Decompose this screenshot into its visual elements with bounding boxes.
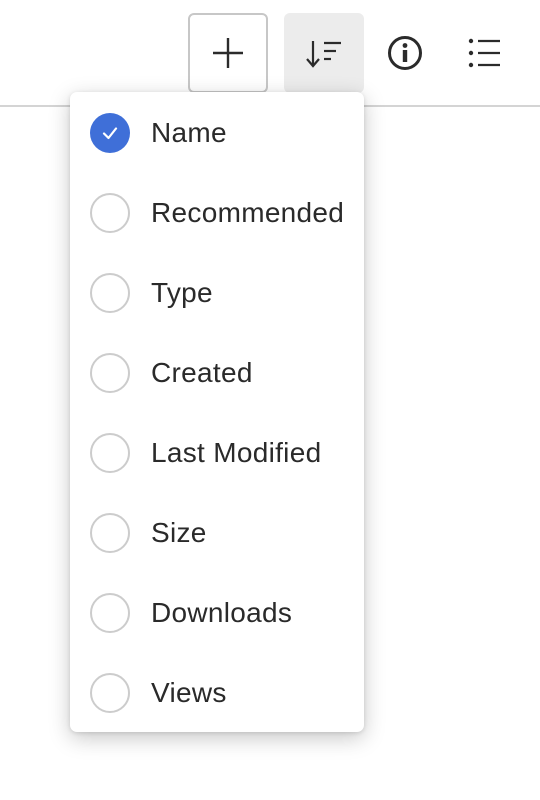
- sort-button[interactable]: [284, 13, 364, 93]
- radio-unchecked-icon[interactable]: [90, 593, 130, 633]
- radio-unchecked-icon[interactable]: [90, 433, 130, 473]
- sort-option-label: Views: [151, 677, 227, 708]
- sort-option-recommended[interactable]: Recommended: [70, 173, 364, 253]
- plus-icon: [213, 38, 243, 68]
- page: Name Recommended Type Created Last Modif…: [0, 0, 540, 800]
- sort-option-label: Size: [151, 517, 207, 548]
- radio-unchecked-icon[interactable]: [90, 353, 130, 393]
- radio-checked-icon[interactable]: [90, 113, 130, 153]
- sort-option-label: Recommended: [151, 197, 345, 228]
- radio-unchecked-icon[interactable]: [90, 673, 130, 713]
- radio-unchecked-icon[interactable]: [90, 513, 130, 553]
- sort-menu: Name Recommended Type Created Last Modif…: [70, 92, 364, 732]
- sort-option-label: Created: [151, 357, 253, 388]
- sort-option-created[interactable]: Created: [70, 333, 364, 413]
- sort-option-type[interactable]: Type: [70, 253, 364, 333]
- checkmark-icon: [102, 127, 118, 140]
- sort-option-label: Name: [151, 117, 227, 148]
- list-view-button[interactable]: [445, 13, 525, 93]
- radio-unchecked-icon[interactable]: [90, 193, 130, 233]
- add-button[interactable]: [188, 13, 268, 93]
- radio-unchecked-icon[interactable]: [90, 273, 130, 313]
- sort-option-downloads[interactable]: Downloads: [70, 573, 364, 653]
- info-button[interactable]: [365, 13, 445, 93]
- sort-option-label: Type: [151, 277, 213, 308]
- info-icon: [388, 36, 422, 70]
- sort-option-views[interactable]: Views: [70, 653, 364, 733]
- sort-option-label: Downloads: [151, 597, 293, 628]
- sort-option-name[interactable]: Name: [70, 93, 364, 173]
- sort-option-label: Last Modified: [151, 437, 322, 468]
- list-icon: [468, 38, 500, 68]
- sort-option-size[interactable]: Size: [70, 493, 364, 573]
- sort-option-last-modified[interactable]: Last Modified: [70, 413, 364, 493]
- sort-descending-icon: [306, 41, 341, 68]
